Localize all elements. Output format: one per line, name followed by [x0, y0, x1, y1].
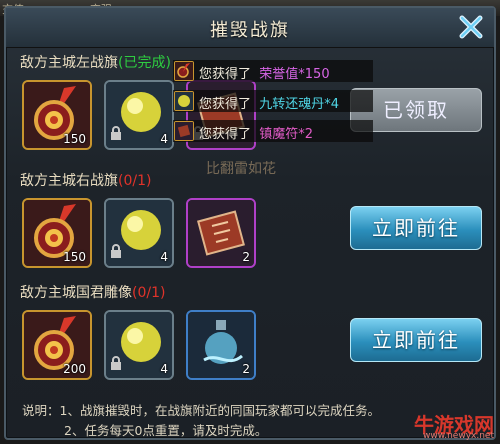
notice-item: 荣誉值*150	[259, 67, 330, 82]
notice-item: 九转还魂丹*4	[259, 97, 340, 112]
honor-medal-icon	[174, 61, 194, 81]
reward-count: 4	[160, 132, 168, 146]
go-now-button[interactable]: 立即前往	[350, 318, 482, 362]
reward-count: 4	[160, 250, 168, 264]
reward-slot[interactable]: 2	[186, 198, 256, 268]
reward-count: 2	[242, 362, 250, 376]
golden-orb-icon	[174, 91, 194, 111]
task-name: 敌方主城右战旗	[20, 173, 118, 189]
task-name: 敌方主城左战旗	[20, 55, 118, 71]
task-title: 敌方主城右战旗(0/1)	[20, 170, 151, 190]
reward-count: 150	[63, 132, 86, 146]
reward-slot[interactable]: 150	[22, 80, 92, 150]
lock-icon	[110, 243, 122, 262]
instructions-line-2: 2、任务每天0点重置，请及时完成。	[64, 423, 268, 438]
notice-prefix: 您获得了	[199, 67, 252, 82]
reward-slot[interactable]: 150	[22, 198, 92, 268]
site-watermark: 牛游戏网 www.newyx.net	[414, 409, 494, 441]
reward-slot[interactable]: 200	[22, 310, 92, 380]
reward-count: 2	[242, 250, 250, 264]
task-title: 敌方主城国君雕像(0/1)	[20, 282, 165, 302]
reward-count: 200	[63, 362, 86, 376]
reward-slot[interactable]: 4	[104, 80, 174, 150]
task-name: 敌方主城国君雕像	[20, 285, 132, 301]
task-title: 敌方主城左战旗(已完成)	[20, 52, 171, 72]
notice-prefix: 您获得了	[199, 127, 252, 142]
reward-slot[interactable]: 2	[186, 310, 256, 380]
task-progress: (0/1)	[118, 173, 152, 189]
notice-prefix: 您获得了	[199, 97, 252, 112]
lock-icon	[110, 125, 122, 144]
dialog-title: 摧毁战旗	[210, 20, 290, 41]
task-king-statue: 敌方主城国君雕像(0/1) 200 4 2 立即前往	[14, 282, 490, 414]
watermark-url: www.newyx.net	[422, 431, 494, 441]
task-progress: (已完成)	[118, 55, 171, 71]
lock-icon	[110, 355, 122, 374]
reward-notice: 您获得了 九转还魂丹*4	[173, 90, 373, 112]
go-now-button[interactable]: 立即前往	[350, 206, 482, 250]
reward-notice: 您获得了 荣誉值*150	[173, 60, 373, 82]
instructions-line-1: 说明：1、战旗摧毁时，在战旗附近的同国玩家都可以完成任务。	[22, 403, 380, 418]
reward-count: 150	[63, 250, 86, 264]
task-progress: (0/1)	[132, 285, 166, 301]
close-icon[interactable]	[454, 10, 488, 44]
dialog-title-bar: 摧毁战旗	[6, 8, 494, 48]
reward-slot[interactable]: 4	[104, 198, 174, 268]
talisman-icon	[174, 121, 194, 141]
reward-slot[interactable]: 4	[104, 310, 174, 380]
reward-notice: 您获得了 镇魔符*2	[173, 120, 373, 142]
reward-count: 4	[160, 362, 168, 376]
background-ghost-text: 比翻雷如花	[206, 161, 276, 177]
notice-item: 镇魔符*2	[259, 127, 314, 142]
